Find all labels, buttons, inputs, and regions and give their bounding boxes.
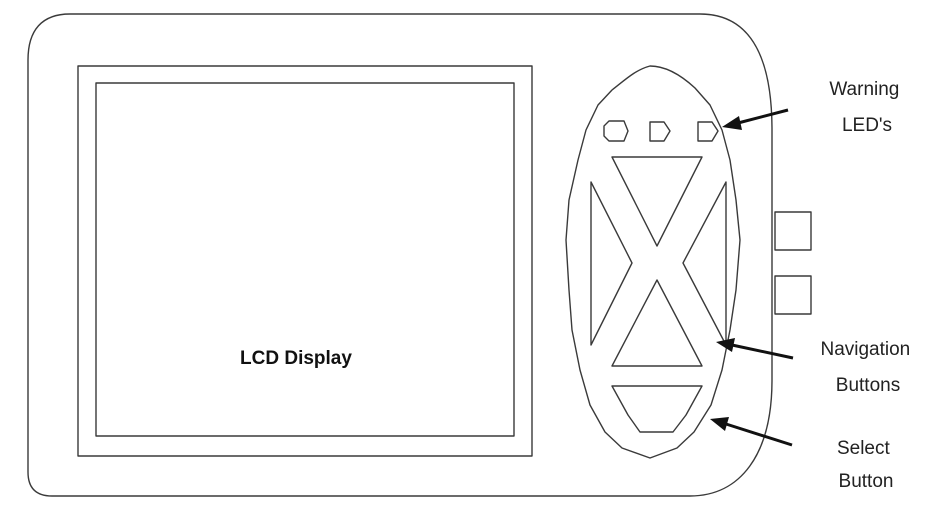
warning-led-right [697,121,719,142]
warning-led-left [603,120,629,142]
nav-button-down[interactable] [611,279,703,367]
select-button[interactable] [611,385,703,433]
warning-led-middle [649,121,671,142]
lcd-screen [95,82,515,437]
side-button-upper[interactable] [774,211,812,251]
device-body [27,13,773,497]
nav-button-right[interactable] [682,181,727,346]
nav-button-left[interactable] [590,181,633,346]
navigation-buttons-label: Navigation Buttons [820,339,915,396]
nav-button-up[interactable] [611,156,703,247]
select-button-arrow [710,417,793,447]
lcd-display-label: LCD Display [240,348,352,369]
select-button-label-line1: Select [837,438,891,459]
side-button-lower[interactable] [774,275,812,315]
select-button-label-line2: Button [839,471,894,492]
navigation-buttons-arrow [716,338,794,360]
select-button-label: Select Button [837,438,895,492]
warning-leds-label-line2: LED's [842,115,892,136]
navigation-buttons-label-line1: Navigation [820,339,910,360]
navigation-buttons-label-line2: Buttons [836,375,900,396]
warning-leds-label: Warning LED's [829,79,904,136]
warning-leds-arrow [722,108,789,130]
lcd-bezel [77,65,533,457]
warning-leds-label-line1: Warning [829,79,899,100]
device-diagram: LCD Display Warning LED's Navigation But… [27,13,915,497]
